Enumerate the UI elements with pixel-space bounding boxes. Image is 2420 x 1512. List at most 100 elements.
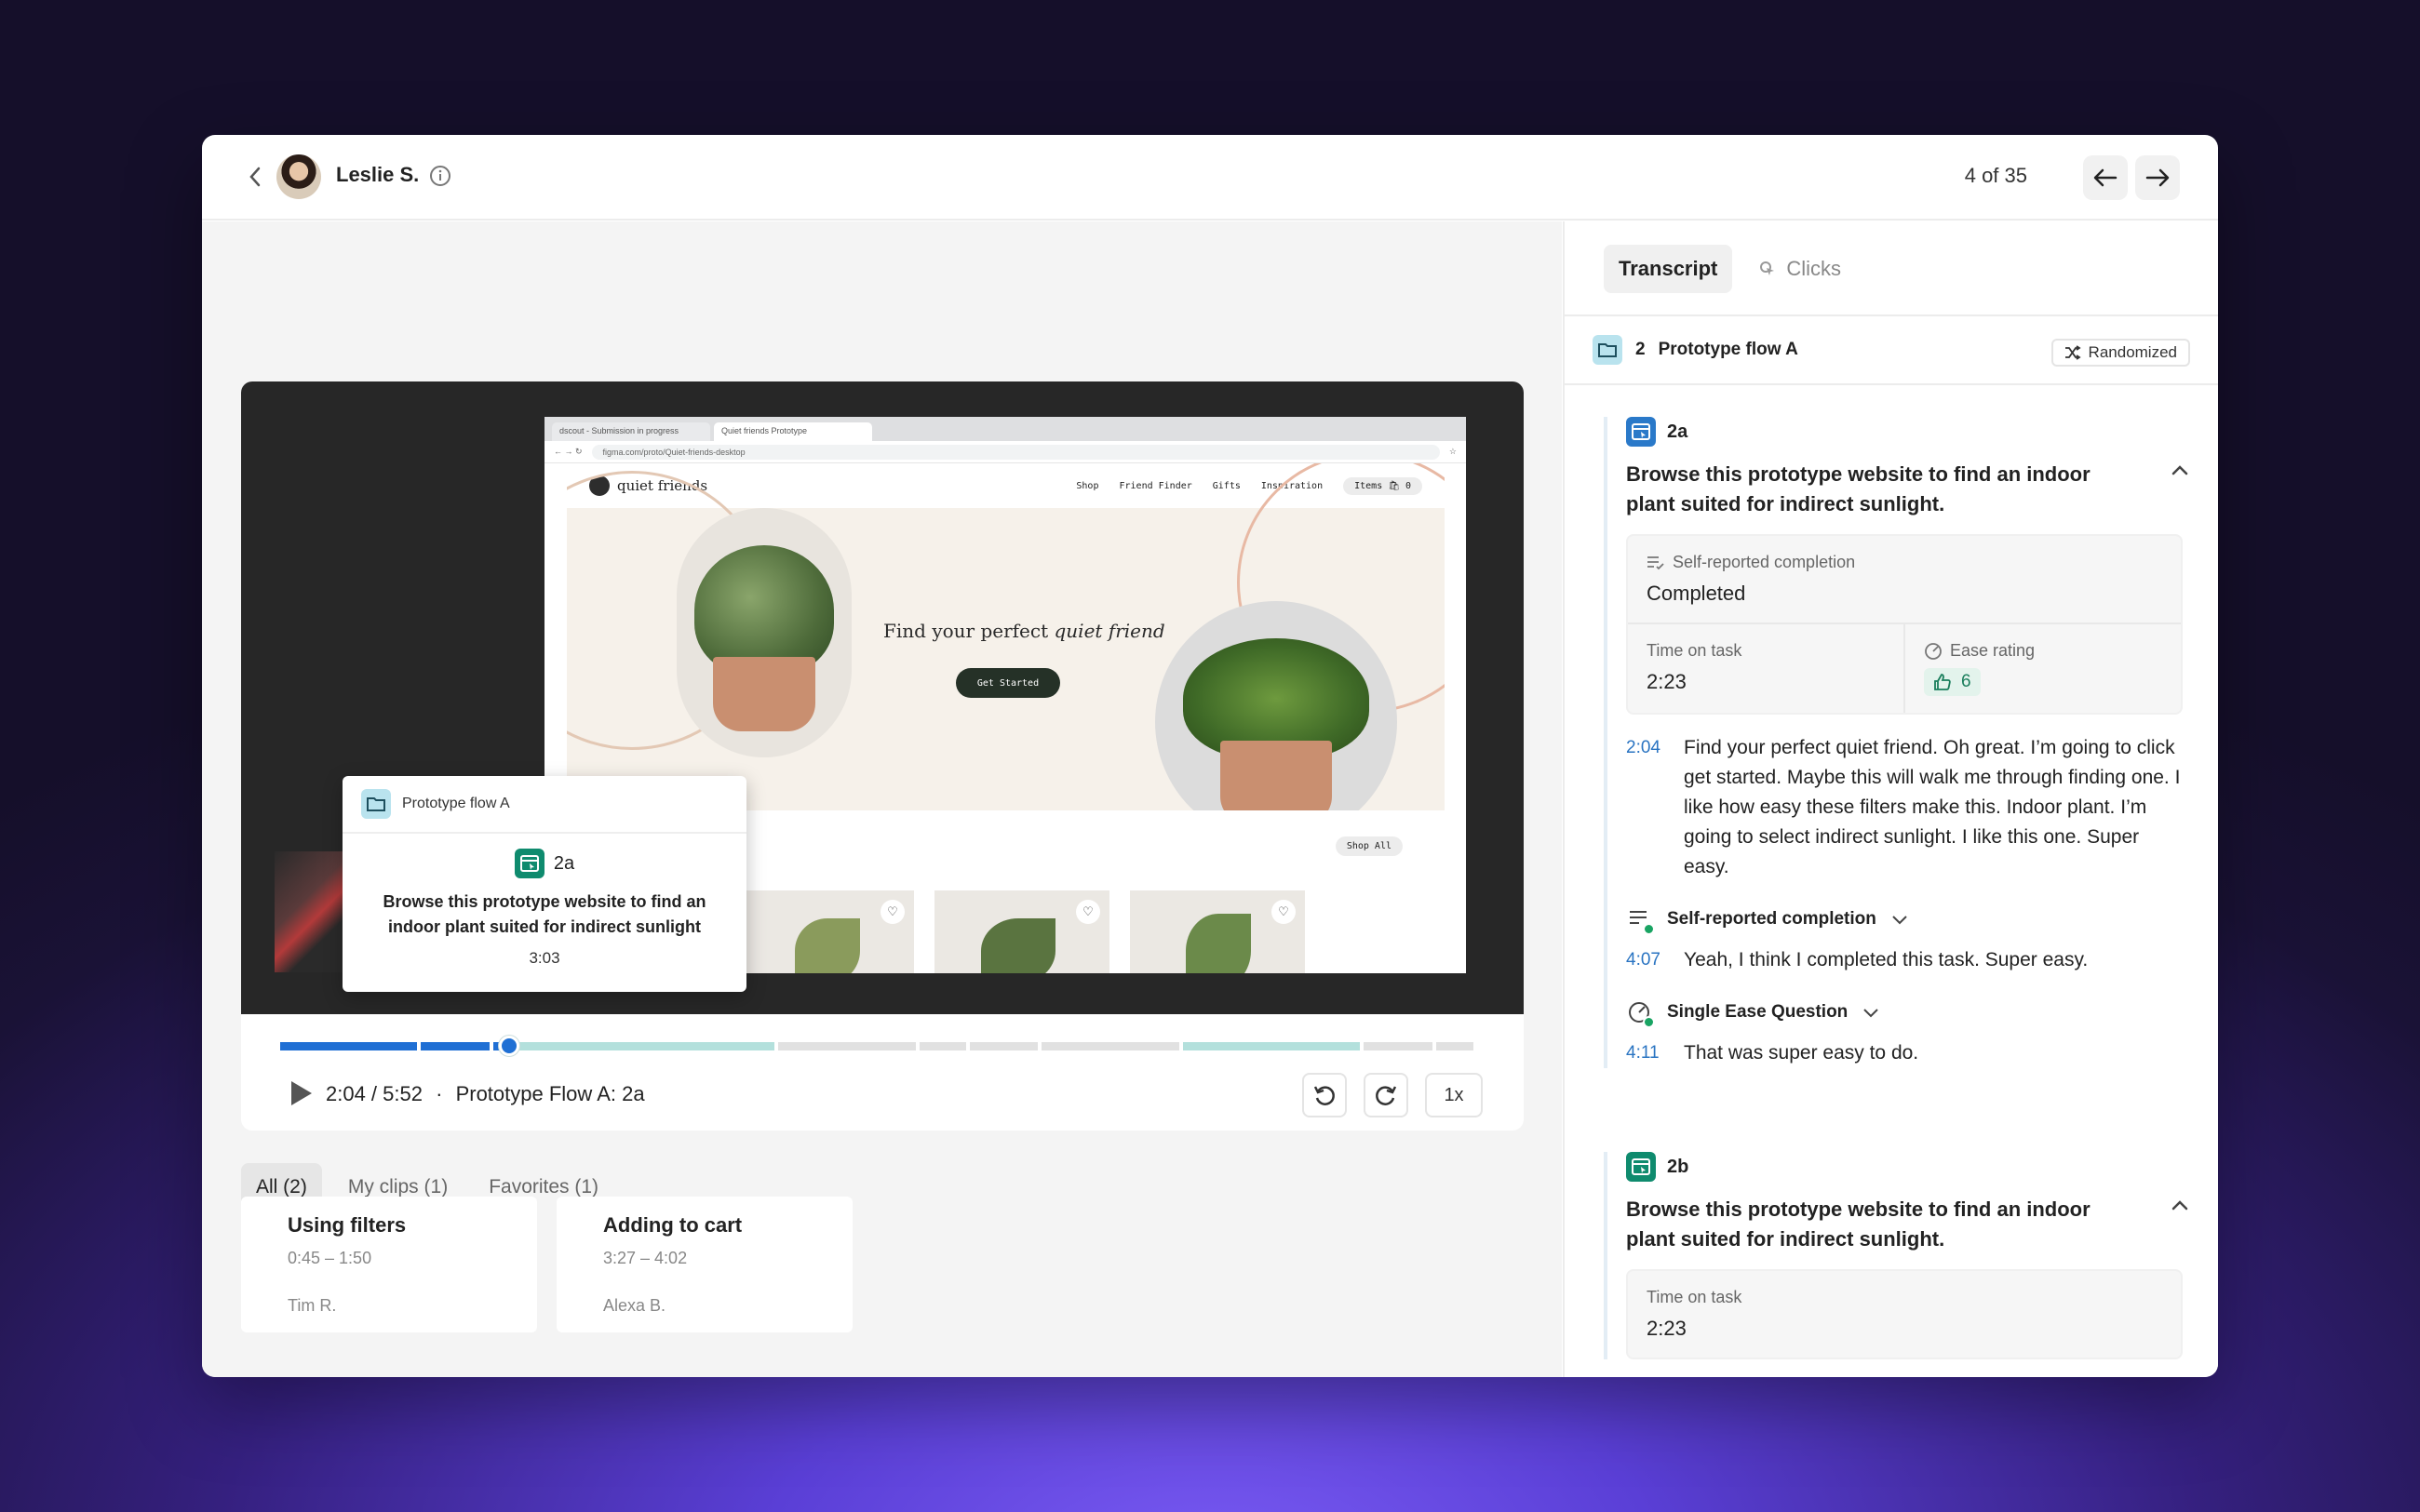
transcript-text: Yeah, I think I completed this task. Sup…	[1684, 949, 2089, 970]
webcam-thumbnail	[275, 851, 349, 972]
transcript-text: Find your perfect quiet friend. Oh great…	[1684, 737, 2181, 877]
next-button[interactable]	[2135, 155, 2180, 200]
speed-button[interactable]: 1x	[1425, 1073, 1483, 1117]
left-pane: dscout - Submission in progress Quiet fr…	[202, 221, 1562, 1377]
forward-button[interactable]	[1364, 1073, 1408, 1117]
video-frame[interactable]: dscout - Submission in progress Quiet fr…	[241, 381, 1524, 1014]
timestamp-link[interactable]: 2:04	[1626, 733, 1663, 882]
transcript-text: That was super easy to do.	[1684, 1042, 1919, 1064]
get-started-button: Get Started	[956, 668, 1060, 698]
list-question-icon	[1626, 906, 1655, 935]
popover-flow-label: Prototype flow A	[402, 796, 510, 811]
previous-button[interactable]	[2083, 155, 2128, 200]
task-block: 2b Browse this prototype website to find…	[1604, 1152, 2199, 1359]
task-block: 2a Browse this prototype website to find…	[1604, 417, 2199, 1068]
task-popover: Prototype flow A 2a Browse this prototyp…	[343, 776, 746, 992]
browser-tab: dscout - Submission in progress	[552, 422, 710, 441]
gauge-question-icon	[1626, 999, 1655, 1028]
popover-duration: 3:03	[529, 949, 560, 967]
gauge-icon	[1925, 642, 1942, 660]
task-title: Browse this prototype website to find an…	[1626, 1195, 2199, 1254]
clip-author: Tim R.	[288, 1296, 337, 1315]
site-nav-link: Shop	[1076, 480, 1099, 491]
chevron-up-icon[interactable]	[2170, 460, 2190, 480]
task-metrics: Self-reported completion Completed Time …	[1626, 534, 2183, 715]
time-on-task: 2:23	[1647, 1317, 1687, 1340]
popover-task-text: Browse this prototype website to find an…	[383, 892, 706, 936]
clip-title: Adding to cart	[603, 1213, 743, 1237]
forward-icon	[1376, 1086, 1397, 1105]
section-name: Prototype flow A	[1658, 340, 1798, 359]
plant-image	[677, 508, 852, 757]
folder-icon	[1593, 335, 1622, 365]
timestamp-link[interactable]: 4:11	[1626, 1038, 1663, 1068]
task-id: 2b	[1667, 1156, 1689, 1177]
timestamp-link[interactable]: 4:07	[1626, 945, 1663, 975]
question-header[interactable]: Single Ease Question	[1626, 999, 2199, 1028]
hero-title: Find your perfect quiet friend	[883, 620, 1165, 642]
rewind-button[interactable]	[1302, 1073, 1347, 1117]
chevron-left-icon	[249, 167, 261, 187]
task-metrics: Time on task 2:23	[1626, 1269, 2183, 1359]
list-check-icon	[1647, 555, 1664, 569]
pager-label: 4 of 35	[1964, 164, 2027, 187]
clip-title: Using filters	[288, 1213, 407, 1237]
player-controls: 2:04 / 5:52 · Prototype Flow A: 2a 1x	[241, 1061, 1524, 1131]
chevron-up-icon[interactable]	[2170, 1195, 2190, 1215]
browser-nav-icon: ← → ↻	[554, 447, 583, 456]
panel-tabs: Transcript Clicks	[1604, 245, 1856, 293]
clip-range: 0:45 – 1:50	[288, 1249, 372, 1267]
header-bar: Leslie S. 4 of 35	[202, 135, 2218, 221]
avatar	[276, 154, 321, 199]
section-header: 2 Prototype flow A Randomized	[1565, 314, 2218, 385]
shuffle-icon	[2064, 345, 2081, 360]
tab-clicks[interactable]: Clicks	[1743, 245, 1856, 293]
task-title: Browse this prototype website to find an…	[1626, 460, 2199, 519]
transcript-entry: 4:11 That was super easy to do.	[1626, 1038, 2199, 1068]
transcript-entry: 2:04 Find your perfect quiet friend. Oh …	[1626, 733, 2199, 882]
site-nav-link: Friend Finder	[1119, 480, 1192, 491]
transcript-entry: 4:07 Yeah, I think I completed this task…	[1626, 945, 2199, 975]
scrubber-handle[interactable]	[499, 1036, 519, 1056]
clip-card[interactable]: Using filters 0:45 – 1:50 Tim R.	[241, 1197, 537, 1332]
heart-icon: ♡	[881, 900, 905, 924]
prototype-task-icon	[1626, 417, 1656, 447]
clip-card[interactable]: Adding to cart 3:27 – 4:02 Alexa B.	[557, 1197, 853, 1332]
heart-icon: ♡	[1271, 900, 1296, 924]
product-card: ♡	[739, 890, 914, 973]
back-button[interactable]	[241, 163, 269, 191]
chevron-down-icon	[1892, 916, 1907, 925]
question-header[interactable]: Self-reported completion	[1626, 906, 2199, 935]
play-button[interactable]	[288, 1079, 314, 1107]
arrow-right-icon	[2145, 168, 2170, 187]
chevron-down-icon	[1863, 1009, 1878, 1018]
playback-status: 2:04 / 5:52 · Prototype Flow A: 2a	[326, 1082, 645, 1105]
randomized-badge: Randomized	[2050, 339, 2190, 367]
clip-author: Alexa B.	[603, 1296, 666, 1315]
prototype-task-icon	[1626, 1152, 1656, 1182]
tab-transcript[interactable]: Transcript	[1604, 245, 1733, 293]
url-bar: figma.com/proto/Quiet-friends-desktop	[591, 444, 1440, 460]
transcript-panel: Transcript Clicks 2 Prototype flow A Ran…	[1563, 221, 2218, 1377]
play-icon	[291, 1081, 312, 1105]
clip-range: 3:27 – 4:02	[603, 1249, 688, 1267]
plant-image	[1155, 601, 1397, 843]
heart-icon: ♡	[1076, 900, 1100, 924]
browser-tab: Quiet friends Prototype	[714, 422, 872, 441]
info-icon[interactable]	[429, 165, 451, 187]
completion-value: Completed	[1647, 582, 1746, 605]
arrow-left-icon	[2093, 168, 2118, 187]
time-on-task: 2:23	[1647, 670, 1687, 693]
section-number: 2	[1635, 340, 1646, 359]
popover-task-id: 2a	[553, 852, 575, 874]
star-icon: ☆	[1448, 447, 1457, 456]
ease-rating-badge: 6	[1924, 668, 1981, 696]
timeline-progress[interactable]	[280, 1033, 1473, 1061]
site-hero: Find your perfect quiet friend Get Start…	[567, 463, 1445, 843]
session-window: Leslie S. 4 of 35 dscout - Submission in…	[202, 135, 2218, 1377]
rewind-icon	[1313, 1086, 1335, 1105]
product-card: ♡	[1130, 890, 1305, 973]
task-id: 2a	[1667, 421, 1688, 442]
shop-all-button: Shop All	[1335, 836, 1403, 856]
site-nav-link: Gifts	[1212, 480, 1241, 491]
